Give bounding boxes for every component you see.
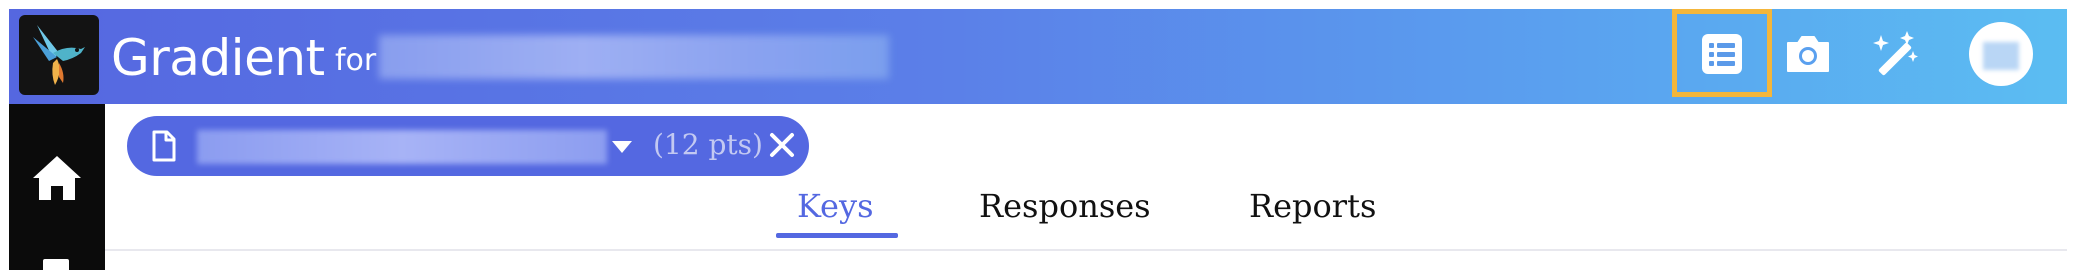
divider [105, 249, 2067, 251]
user-avatar[interactable] [1969, 22, 2033, 86]
tab-reports[interactable]: Reports [1249, 187, 1376, 225]
app-name: Gradient [111, 29, 325, 87]
points-label: (12 pts) [653, 128, 763, 161]
document-icon [152, 130, 176, 162]
tab-bar: Keys Responses Reports [9, 187, 2067, 247]
redacted-document-name [197, 130, 607, 164]
app-for-label: for [335, 43, 377, 78]
redacted-avatar-image [1983, 42, 2019, 70]
magic-wand-icon [1873, 31, 1918, 76]
redacted-organization-name [379, 35, 889, 79]
tab-keys[interactable]: Keys [797, 187, 873, 225]
close-icon[interactable] [767, 130, 797, 160]
active-tab-indicator [776, 233, 898, 238]
camera-icon [1787, 36, 1829, 72]
app-window: Gradient for (12 pts) Keys Responses Rep… [9, 9, 2067, 270]
hummingbird-icon [33, 25, 85, 85]
app-logo[interactable] [19, 15, 99, 95]
chevron-down-icon[interactable] [611, 140, 633, 154]
tab-responses[interactable]: Responses [979, 187, 1151, 225]
list-icon [1702, 34, 1742, 74]
sidebar-item-partial[interactable] [43, 259, 69, 270]
top-bar: Gradient for [9, 9, 2067, 104]
document-selector-chip[interactable]: (12 pts) [127, 116, 809, 176]
camera-button[interactable] [1777, 23, 1839, 85]
magic-wand-button[interactable] [1865, 23, 1927, 85]
list-button[interactable] [1691, 23, 1753, 85]
